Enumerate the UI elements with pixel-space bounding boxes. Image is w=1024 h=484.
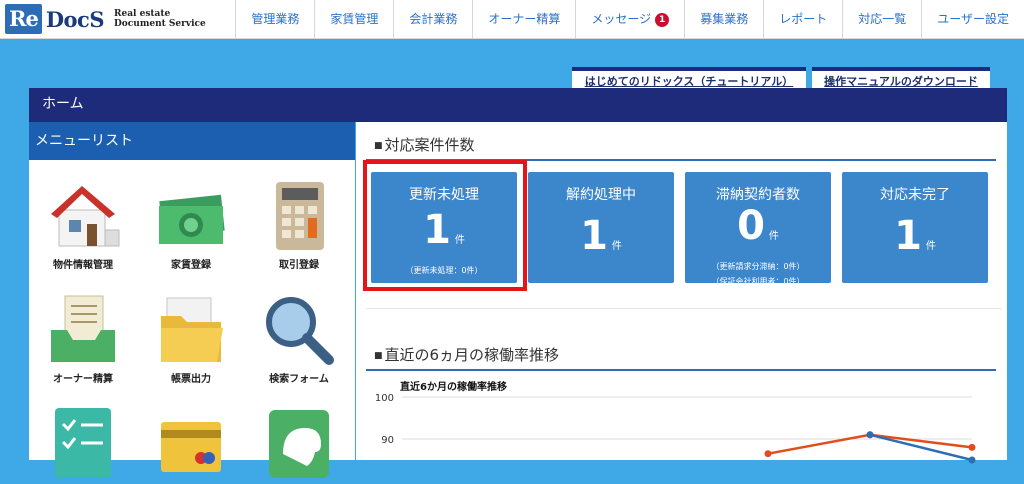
case-card-arrears[interactable]: 滞納契約者数 0件 （更新請求分滞納：0件） （保証会社利用者：0件）: [685, 172, 831, 286]
menu-item-label: オーナー精算: [53, 374, 113, 385]
card-unit: 件: [925, 241, 936, 252]
menu-item-search-form[interactable]: 検索フォーム: [245, 292, 353, 385]
trend-section-title: ■ 直近の6ヵ月の稼働率推移: [374, 346, 560, 364]
home-title: ホーム: [42, 96, 84, 112]
redocs-logo[interactable]: Re DocS Real estate Document Service: [5, 4, 206, 34]
menu-item-owner-settlement[interactable]: オーナー精算: [29, 292, 137, 385]
card-icon: [161, 422, 221, 472]
card-count: 1件: [842, 214, 988, 269]
nav-item-accounting[interactable]: 会計業務: [393, 0, 472, 38]
menu-item-card[interactable]: [137, 406, 245, 484]
nav-item-rent[interactable]: 家賃管理: [314, 0, 393, 38]
elephant-icon: [269, 410, 329, 478]
menu-item-property[interactable]: 物件情報管理: [29, 178, 137, 271]
card-count-value: 0: [737, 203, 765, 249]
nav-item-management[interactable]: 管理業務: [235, 0, 314, 38]
chart-y-tick-label: 100: [375, 393, 394, 404]
nav-label: ユーザー設定: [937, 12, 1009, 26]
calculator-icon: [276, 182, 324, 250]
menu-item-label: 帳票出力: [171, 374, 211, 385]
message-count-badge: 1: [655, 13, 670, 27]
card-count: 0件: [685, 204, 831, 259]
menu-list-panel: メニューリスト 物件情報管理 家賃登録 取引登録 オーナー精算 帳票出力 検索フ…: [29, 122, 355, 478]
magnifier-icon: [266, 297, 334, 365]
nav-label: 会計業務: [409, 12, 458, 26]
trend-title-text: 直近の6ヵ月の稼働率推移: [384, 346, 560, 364]
nav-item-recruitment[interactable]: 募集業務: [684, 0, 763, 38]
money-icon: [159, 194, 225, 244]
menu-item-elephant[interactable]: [245, 406, 353, 484]
section-divider: [366, 369, 996, 371]
card-count-value: 1: [894, 213, 922, 259]
menu-item-label: 家賃登録: [171, 260, 211, 271]
nav-label: 管理業務: [251, 12, 300, 26]
card-subtext: （保証会社利用者：0件）: [711, 277, 805, 286]
nav-item-messages[interactable]: メッセージ 1: [575, 0, 684, 38]
case-card-incomplete[interactable]: 対応未完了 1件: [842, 172, 988, 283]
highlight-box: [363, 160, 527, 291]
tray-document-icon: [51, 295, 115, 362]
nav-item-report[interactable]: レポート: [763, 0, 842, 38]
logo-subtitle: Real estate Document Service: [114, 9, 206, 29]
nav-label: メッセージ: [591, 12, 652, 26]
nav-item-task-list[interactable]: 対応一覧: [842, 0, 921, 38]
case-card-cancellation[interactable]: 解約処理中 1件: [528, 172, 674, 283]
menu-item-form-output[interactable]: 帳票出力: [137, 292, 245, 385]
menu-item-checklist[interactable]: [29, 406, 137, 484]
card-subtext: （更新請求分滞納：0件）: [711, 262, 805, 271]
card-count: 1件: [528, 214, 674, 269]
cases-section-title: ■ 対応案件件数: [374, 136, 475, 154]
home-header-bar: ホーム: [29, 88, 1007, 122]
chart-data-point[interactable]: [866, 431, 874, 439]
card-title: 滞納契約者数: [716, 187, 800, 203]
menu-item-transaction[interactable]: 取引登録: [245, 178, 353, 271]
card-title: 解約処理中: [566, 187, 636, 203]
logo-subtitle-line1: Real estate: [114, 9, 171, 19]
card-unit: 件: [768, 231, 779, 242]
folder-icon: [161, 297, 223, 362]
menu-item-label: 取引登録: [279, 260, 319, 271]
logo-docs: DocS: [45, 6, 105, 32]
card-unit: 件: [611, 241, 622, 252]
top-navigation-bar: Re DocS Real estate Document Service 管理業…: [0, 0, 1024, 39]
chart-data-point[interactable]: [764, 450, 772, 458]
card-title: 対応未完了: [880, 187, 950, 203]
nav-label: レポート: [779, 12, 828, 26]
chart-data-point[interactable]: [968, 456, 976, 464]
menu-item-label: 検索フォーム: [269, 374, 329, 385]
nav-label: 対応一覧: [858, 12, 907, 26]
menu-item-label: 物件情報管理: [53, 260, 113, 271]
nav-label: 家賃管理: [330, 12, 379, 26]
nav-label: オーナー精算: [488, 12, 561, 26]
main-nav: 管理業務 家賃管理 会計業務 オーナー精算 メッセージ 1 募集業務 レポート 対…: [235, 0, 1024, 38]
house-icon: [51, 186, 120, 247]
chart-data-point[interactable]: [968, 443, 976, 451]
logo-subtitle-line2: Document Service: [114, 19, 206, 29]
card-count-value: 1: [580, 213, 608, 259]
cases-title-text: 対応案件件数: [384, 136, 475, 154]
checklist-icon: [55, 408, 111, 478]
nav-label: 募集業務: [700, 12, 749, 26]
occupancy-line-chart: 100 90: [375, 393, 976, 464]
menu-item-rent-registration[interactable]: 家賃登録: [137, 178, 245, 271]
logo-re: Re: [5, 4, 42, 34]
light-divider: [366, 308, 1002, 309]
nav-item-user-settings[interactable]: ユーザー設定: [921, 0, 1024, 38]
menu-list-title: メニューリスト: [29, 122, 355, 160]
chart-y-tick-label: 90: [381, 435, 394, 446]
nav-item-owner-settlement[interactable]: オーナー精算: [472, 0, 575, 38]
